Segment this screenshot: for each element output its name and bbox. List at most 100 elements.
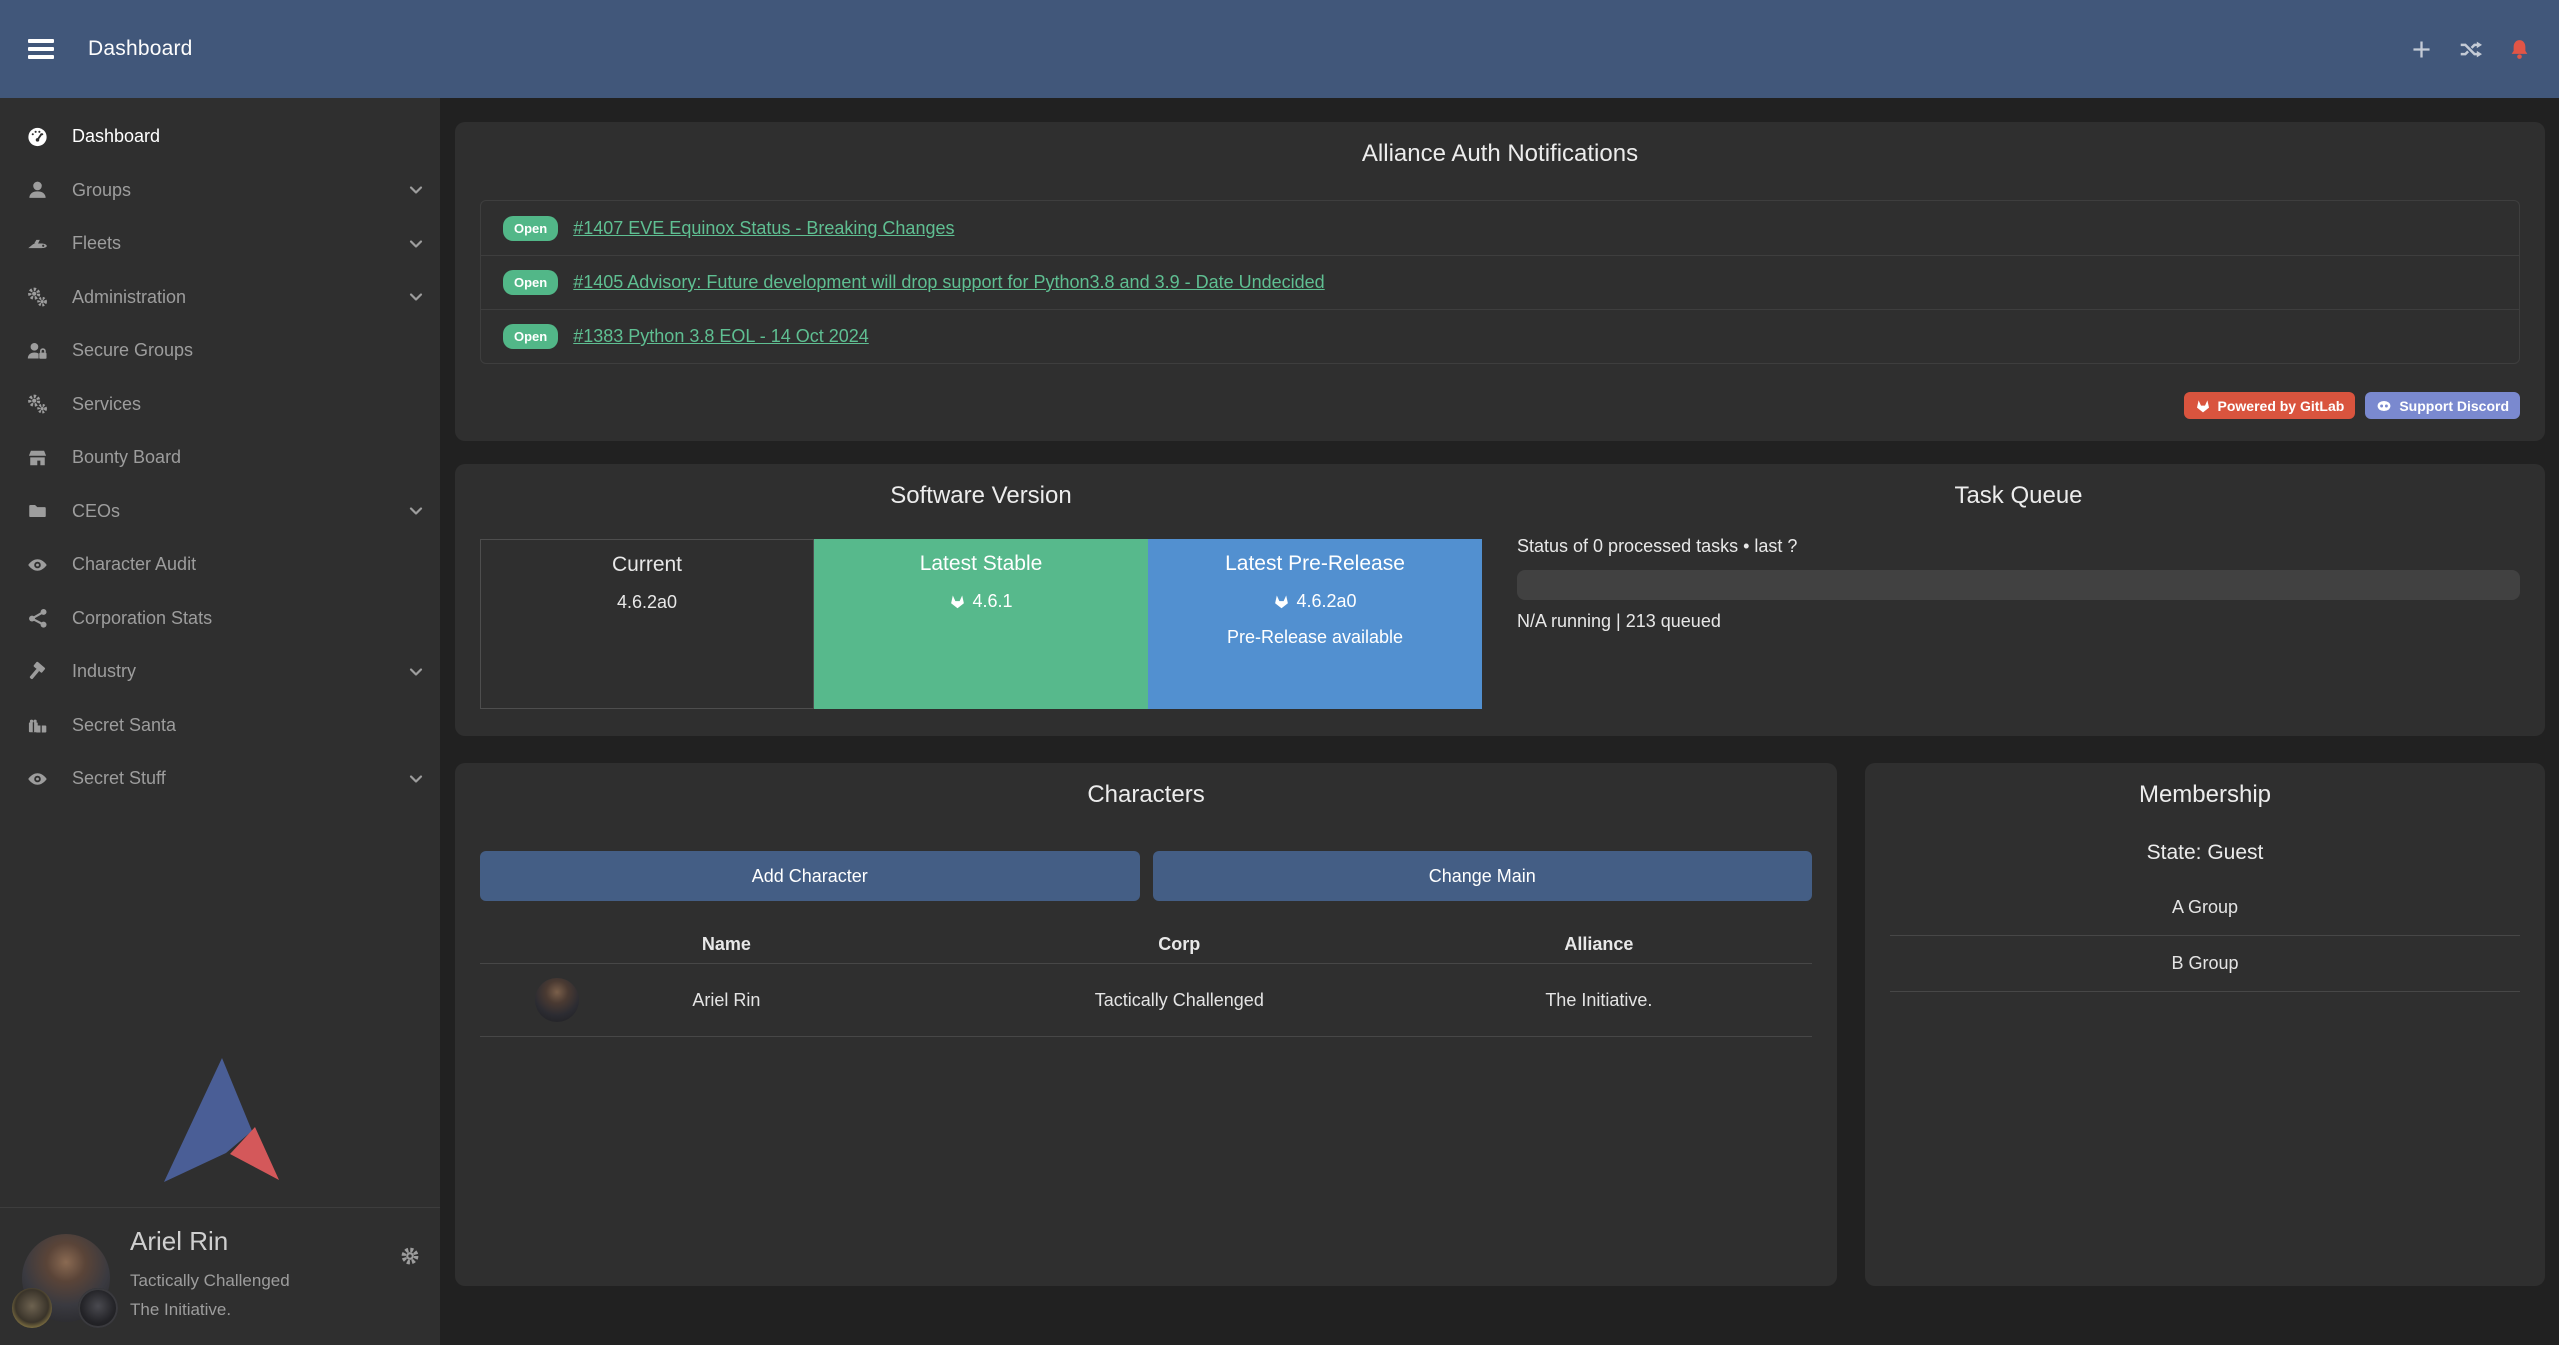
gitlab-icon: [2195, 398, 2211, 414]
sidebar-item-label: Secure Groups: [72, 340, 193, 361]
sidebar-nav: Dashboard Groups Fleets Administration S…: [0, 98, 440, 806]
notifications-panel: Alliance Auth Notifications Open #1407 E…: [455, 122, 2545, 441]
user-name: Ariel Rin: [130, 1226, 290, 1257]
status-badge: Open: [503, 270, 558, 295]
chevron-down-icon: [406, 501, 426, 521]
software-version-title: Software Version: [480, 480, 1482, 512]
version-cell-current: Current 4.6.2a0: [480, 539, 814, 709]
chevron-down-icon: [406, 287, 426, 307]
gears-icon: [24, 286, 51, 308]
sidebar-item-industry[interactable]: Industry: [0, 645, 440, 699]
alliance-logo-badge: [78, 1288, 118, 1328]
alliance-auth-logo: [160, 1056, 280, 1182]
sidebar-item-groups[interactable]: Groups: [0, 164, 440, 218]
sidebar-item-label: Secret Santa: [72, 715, 176, 736]
bell-icon[interactable]: [2508, 38, 2531, 61]
notification-item: Open #1407 EVE Equinox Status - Breaking…: [481, 201, 2519, 255]
powered-by-gitlab-badge[interactable]: Powered by GitLab: [2184, 392, 2356, 419]
column-header-alliance: Alliance: [1386, 934, 1812, 955]
sidebar-item-character-audit[interactable]: Character Audit: [0, 538, 440, 592]
add-character-button[interactable]: Add Character: [480, 851, 1140, 901]
version-cell-heading: Latest Pre-Release: [1148, 552, 1482, 576]
sidebar-item-administration[interactable]: Administration: [0, 271, 440, 325]
column-header-name: Name: [480, 934, 973, 955]
badge-label: Support Discord: [2399, 398, 2509, 414]
characters-buttons: Add Character Change Main: [480, 851, 1812, 901]
sidebar-item-label: Bounty Board: [72, 447, 181, 468]
support-discord-badge[interactable]: Support Discord: [2365, 392, 2520, 419]
version-number: 4.6.1: [972, 591, 1012, 612]
plus-icon[interactable]: [2410, 38, 2433, 61]
user-card: Ariel Rin Tactically Challenged The Init…: [0, 1208, 440, 1345]
character-row: Ariel Rin Tactically Challenged The Init…: [480, 964, 1812, 1037]
task-queue-section: Task Queue Status of 0 processed tasks •…: [1500, 480, 2520, 709]
sidebar-item-services[interactable]: Services: [0, 378, 440, 432]
shuffle-icon[interactable]: [2459, 38, 2482, 61]
status-badge: Open: [503, 216, 558, 241]
sidebar-item-dashboard[interactable]: Dashboard: [0, 110, 440, 164]
user-icon: [24, 179, 51, 201]
version-cell-prerelease: Latest Pre-Release 4.6.2a0 Pre-Release a…: [1148, 539, 1482, 709]
sidebar-item-secret-santa[interactable]: Secret Santa: [0, 699, 440, 753]
character-alliance: The Initiative.: [1386, 990, 1812, 1011]
sidebar-item-ceos[interactable]: CEOs: [0, 485, 440, 539]
eye-icon: [24, 554, 51, 576]
membership-group: B Group: [1890, 936, 2520, 992]
gears-icon: [24, 393, 51, 415]
notification-link[interactable]: #1383 Python 3.8 EOL - 14 Oct 2024: [573, 326, 869, 347]
characters-table: Name Corp Alliance Ariel Rin Tactically …: [480, 925, 1812, 1037]
chevron-down-icon: [406, 769, 426, 789]
sidebar-item-label: Dashboard: [72, 126, 160, 147]
task-queue-count-text: N/A running | 213 queued: [1517, 611, 2520, 632]
sidebar-item-secure-groups[interactable]: Secure Groups: [0, 324, 440, 378]
main-content: Alliance Auth Notifications Open #1407 E…: [440, 98, 2559, 1345]
notification-item: Open #1383 Python 3.8 EOL - 14 Oct 2024: [481, 309, 2519, 363]
membership-state: State: Guest: [1890, 841, 2520, 865]
user-meta: Ariel Rin Tactically Challenged The Init…: [130, 1226, 290, 1324]
character-portrait: [535, 978, 579, 1022]
version-number: 4.6.2a0: [617, 592, 677, 613]
page-title: Dashboard: [88, 37, 193, 61]
sidebar-bottom: Ariel Rin Tactically Challenged The Init…: [0, 1056, 440, 1345]
hammer-icon: [24, 661, 51, 683]
status-badge: Open: [503, 324, 558, 349]
notifications-title: Alliance Auth Notifications: [480, 138, 2520, 170]
membership-panel: Membership State: Guest A Group B Group: [1865, 763, 2545, 1286]
change-main-button[interactable]: Change Main: [1153, 851, 1813, 901]
corp-logo-badge: [12, 1288, 52, 1328]
notification-link[interactable]: #1407 EVE Equinox Status - Breaking Chan…: [573, 218, 954, 239]
user-corp: Tactically Challenged: [130, 1266, 290, 1295]
sidebar-item-label: Corporation Stats: [72, 608, 212, 629]
sidebar-item-bounty-board[interactable]: Bounty Board: [0, 431, 440, 485]
sidebar-item-secret-stuff[interactable]: Secret Stuff: [0, 752, 440, 806]
sidebar-item-label: Character Audit: [72, 554, 196, 575]
gitlab-icon: [949, 593, 966, 610]
user-avatar: [22, 1234, 110, 1322]
sidebar: Dashboard Groups Fleets Administration S…: [0, 98, 440, 1345]
eye-icon: [24, 768, 51, 790]
badge-label: Powered by GitLab: [2218, 398, 2345, 414]
sidebar-item-label: Services: [72, 394, 141, 415]
user-settings-gear-icon[interactable]: [398, 1244, 422, 1268]
chevron-down-icon: [406, 662, 426, 682]
sidebar-item-corporation-stats[interactable]: Corporation Stats: [0, 592, 440, 646]
task-queue-status-text: Status of 0 processed tasks • last ?: [1517, 536, 2520, 557]
notification-link[interactable]: #1405 Advisory: Future development will …: [573, 272, 1324, 293]
character-name-cell: Ariel Rin: [480, 990, 973, 1011]
notifications-footer: Powered by GitLab Support Discord: [480, 392, 2520, 419]
character-name: Ariel Rin: [692, 990, 760, 1010]
chevron-down-icon: [406, 180, 426, 200]
character-corp: Tactically Challenged: [973, 990, 1386, 1011]
sidebar-item-fleets[interactable]: Fleets: [0, 217, 440, 271]
software-taskqueue-panel: Software Version Current 4.6.2a0 Latest …: [455, 464, 2545, 736]
sidebar-item-label: CEOs: [72, 501, 120, 522]
notifications-list: Open #1407 EVE Equinox Status - Breaking…: [480, 200, 2520, 364]
hamburger-menu-icon[interactable]: [28, 39, 54, 59]
version-table: Current 4.6.2a0 Latest Stable 4.6.1 Late…: [480, 539, 1482, 709]
software-version-section: Software Version Current 4.6.2a0 Latest …: [480, 480, 1500, 709]
sidebar-item-label: Industry: [72, 661, 136, 682]
shuttle-icon: [24, 233, 51, 255]
sidebar-item-label: Groups: [72, 180, 131, 201]
membership-title: Membership: [1890, 779, 2520, 811]
chevron-down-icon: [406, 234, 426, 254]
